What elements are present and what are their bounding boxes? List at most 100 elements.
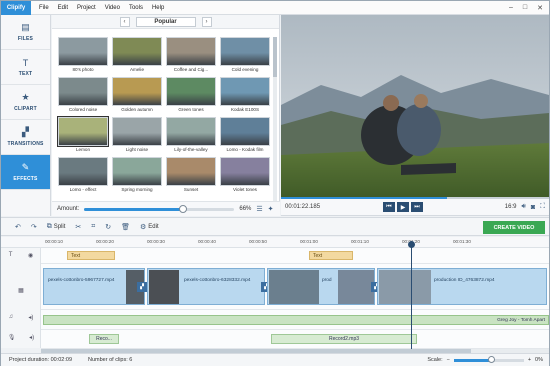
music-lane: Greg Joy - Tomh Apart: [41, 310, 549, 330]
effect-thumbnail[interactable]: Cold evening: [220, 37, 270, 73]
effect-thumbnail[interactable]: Lomo - effect: [58, 157, 108, 193]
aspect-ratio[interactable]: 16:9: [505, 204, 517, 210]
split-button[interactable]: ⧉ Split: [47, 223, 66, 231]
effect-preview-image: [166, 117, 216, 146]
sidebar-item-text[interactable]: T TEXT: [1, 50, 50, 85]
redo-icon[interactable]: ↷: [31, 223, 37, 231]
edit-button[interactable]: ⚙ Edit: [140, 223, 159, 231]
next-frame-button[interactable]: ⏭: [411, 202, 423, 212]
video-clip[interactable]: production ID_4763872.mp4: [377, 268, 547, 305]
minimize-icon[interactable]: –: [509, 4, 513, 12]
ruler-tick-label: 00:00:30: [147, 239, 165, 244]
zoom-out-icon[interactable]: −: [447, 357, 450, 363]
video-lane: pexels-cottonbro-5967727.mp4 ▞ pexels-co…: [41, 264, 549, 310]
video-clip[interactable]: pexels-cottonbro-6328332.mp4: [147, 268, 265, 305]
transition-icon[interactable]: ▞: [137, 282, 147, 292]
music-note-icon: ♫: [8, 314, 14, 320]
effect-thumbnail[interactable]: Light noise: [112, 117, 162, 153]
text-track-icon: T: [8, 252, 13, 258]
effect-thumbnail[interactable]: Spring morning: [112, 157, 162, 193]
next-category-button[interactable]: ›: [201, 16, 212, 27]
clip-count: Number of clips: 6: [88, 357, 132, 363]
scale-slider-fill: [453, 358, 493, 362]
sidebar-item-clipart[interactable]: ★ CLIPART: [1, 85, 50, 120]
rotate-icon[interactable]: ↻: [105, 223, 111, 231]
volume-icon[interactable]: ◂): [28, 314, 33, 321]
volume-icon[interactable]: 🔊︎: [521, 203, 525, 211]
effect-thumbnail[interactable]: Green tones: [166, 77, 216, 113]
effect-thumbnail[interactable]: Lemon: [57, 116, 109, 153]
video-clip-frame: [338, 270, 374, 304]
amount-slider-fill: [84, 207, 184, 211]
voice-clip[interactable]: Record2.mp3: [271, 334, 417, 344]
previous-frame-button[interactable]: ⏮: [383, 202, 395, 212]
project-duration-label: Project duration:: [9, 357, 50, 363]
category-label[interactable]: Popular: [135, 16, 196, 27]
clip-count-value: 6: [129, 357, 133, 363]
playhead[interactable]: [408, 241, 415, 349]
amount-slider-knob[interactable]: [179, 204, 188, 213]
video-clip[interactable]: prod: [267, 268, 375, 305]
effect-thumbnail[interactable]: Sunset: [166, 157, 216, 193]
effects-scrollbar[interactable]: [273, 37, 277, 207]
amount-slider[interactable]: [84, 204, 235, 213]
pin-icon[interactable]: ✦: [268, 205, 274, 213]
menu-help[interactable]: Help: [152, 5, 164, 11]
effects-icon: ✎: [21, 162, 30, 172]
video-clip[interactable]: pexels-cottonbro-5967727.mp4: [43, 268, 145, 305]
fullscreen-icon[interactable]: ⛶: [540, 203, 545, 211]
effect-preview-image: [58, 77, 108, 106]
player-controls: 00:01:22.185 ⏮ ▶ ⏭ 16:9 🔊︎ ◙ ⛶: [281, 199, 549, 216]
effects-grid: 80's photo Amelie Coffee and Cig... Cold ev…: [57, 37, 270, 193]
cut-icon[interactable]: ✂: [75, 223, 81, 231]
eye-icon[interactable]: ◉: [28, 252, 33, 259]
maximize-icon[interactable]: □: [523, 4, 527, 12]
effect-thumbnail[interactable]: Coffee and Cig...: [166, 37, 216, 73]
effect-thumbnail[interactable]: 80's photo: [58, 37, 108, 73]
scale-label: Scale:: [427, 357, 443, 363]
effect-thumbnail[interactable]: Golden autumn: [112, 77, 162, 113]
timeline-ruler[interactable]: 00:00:10 00:00:20 00:00:30 00:00:40 00:00:50…: [1, 237, 549, 248]
create-video-button[interactable]: CREATE VIDEO: [483, 221, 545, 234]
sidebar-item-transitions[interactable]: ▞ TRANSITIONS: [1, 120, 50, 155]
volume-icon[interactable]: ◂): [29, 334, 34, 341]
voice-clip[interactable]: Reco...: [89, 334, 119, 344]
effect-thumbnail[interactable]: Violet tones: [220, 157, 270, 193]
crop-icon[interactable]: ⌗: [91, 223, 95, 231]
voice-lane: Reco... Record2.mp3: [41, 330, 549, 349]
effect-thumbnail[interactable]: Lily-of-the-valley: [166, 117, 216, 153]
sidebar-item-effects[interactable]: ✎ EFFECTS: [1, 155, 50, 190]
effect-thumbnail[interactable]: Colored noise: [58, 77, 108, 113]
effect-thumbnail[interactable]: Amelie: [112, 37, 162, 73]
prev-category-button[interactable]: ‹: [119, 16, 130, 27]
video-preview[interactable]: [281, 15, 549, 199]
sidebar: ▤ FILES T TEXT ★ CLIPART ▞ TRANSITIONS ✎…: [1, 15, 51, 216]
amount-value: 66%: [239, 206, 252, 212]
snapshot-icon[interactable]: ◙: [531, 204, 535, 211]
menu-video[interactable]: Video: [105, 5, 120, 11]
sidebar-item-files[interactable]: ▤ FILES: [1, 15, 50, 50]
ruler-tick-label: 00:00:50: [249, 239, 267, 244]
voice-track-controls: 🎙︎ ◂): [1, 332, 41, 342]
effect-thumbnail[interactable]: Lomo - Kodak film: [220, 117, 270, 153]
ruler-tick-label: 00:00:40: [198, 239, 216, 244]
playhead-handle[interactable]: [408, 241, 415, 248]
ruler-tick-label: 00:01:00: [300, 239, 318, 244]
menu-file[interactable]: File: [39, 5, 49, 11]
menu-project[interactable]: Project: [77, 5, 96, 11]
settings-sliders-icon[interactable]: ☰: [256, 205, 262, 213]
menu-edit[interactable]: Edit: [58, 5, 68, 11]
scale-slider-knob[interactable]: [488, 355, 496, 363]
close-icon[interactable]: ✕: [537, 4, 543, 12]
text-clip[interactable]: Text: [67, 251, 115, 260]
voice-clip-name: Record2.mp3: [328, 336, 359, 342]
scale-slider[interactable]: [453, 355, 524, 363]
effect-thumbnail[interactable]: Kodak E100S: [220, 77, 270, 113]
text-clip[interactable]: Text: [309, 251, 353, 260]
zoom-in-icon[interactable]: +: [528, 357, 531, 363]
delete-icon[interactable]: 🗑︎: [121, 223, 130, 231]
music-clip[interactable]: Greg Joy - Tomh Apart: [43, 315, 549, 325]
menu-tools[interactable]: Tools: [129, 5, 143, 11]
undo-icon[interactable]: ↶: [15, 223, 21, 231]
play-button[interactable]: ▶: [397, 202, 409, 212]
